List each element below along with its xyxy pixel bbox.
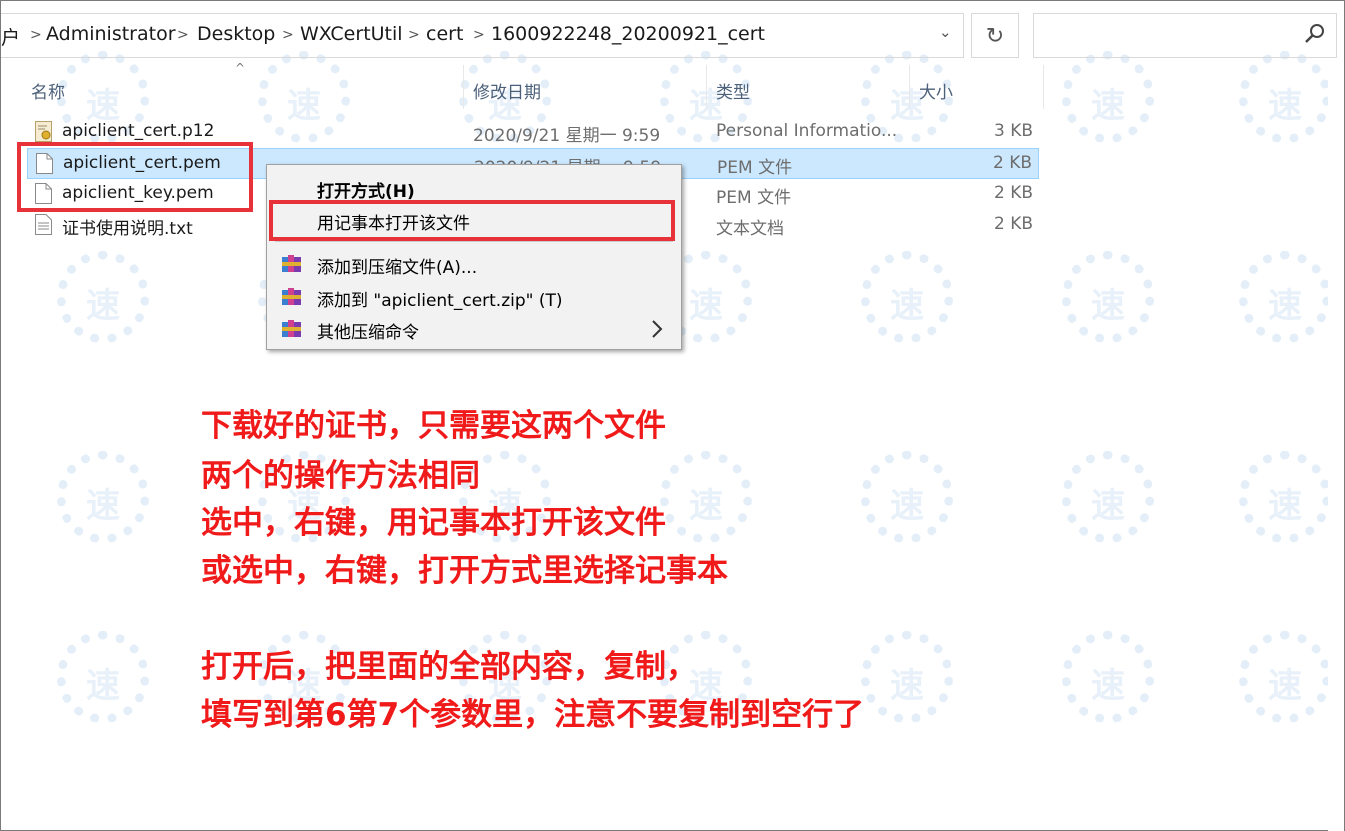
chevron-right-icon[interactable]: > xyxy=(473,27,485,43)
menu-item-more-archive-commands[interactable]: 其他压缩命令 xyxy=(317,318,419,343)
watermark-badge: 速 xyxy=(660,451,752,543)
watermark-glyph: 速 xyxy=(86,286,120,326)
watermark-glyph: 速 xyxy=(1268,486,1302,526)
watermark-badge: 速 xyxy=(861,631,953,723)
annotation-line: 下载好的证书，只需要这两个文件 xyxy=(201,408,666,444)
breadcrumb-leading[interactable]: 户 xyxy=(1,23,20,50)
breadcrumb-item-wxcertutil[interactable]: WXCertUtil xyxy=(300,23,403,45)
search-icon[interactable] xyxy=(1304,23,1326,45)
column-divider[interactable] xyxy=(909,65,910,109)
annotation-line: 或选中，右键，打开方式里选择记事本 xyxy=(201,553,728,589)
breadcrumb-item-current-folder[interactable]: 1600922248_20200921_cert xyxy=(491,23,765,45)
watermark-glyph: 速 xyxy=(1268,86,1302,126)
highlight-box-menu-item xyxy=(269,200,675,241)
file-size: 2 KB xyxy=(992,153,1032,173)
watermark-glyph: 速 xyxy=(1091,486,1125,526)
watermark-badge: 速 xyxy=(57,451,149,543)
watermark-glyph: 速 xyxy=(86,666,120,706)
chevron-right-icon[interactable]: > xyxy=(177,27,189,43)
file-modified-date: 2020/9/21 星期一 9:59 xyxy=(473,126,661,146)
breadcrumb-item-administrator[interactable]: Administrator xyxy=(46,23,176,45)
watermark-badge: 速 xyxy=(1062,631,1154,723)
chevron-down-icon[interactable]: ⌄ xyxy=(939,23,952,41)
watermark-glyph: 速 xyxy=(890,666,924,706)
breadcrumb-item-cert[interactable]: cert xyxy=(426,23,463,45)
breadcrumb-item-desktop[interactable]: Desktop xyxy=(197,23,275,45)
watermark-glyph: 速 xyxy=(1091,86,1125,126)
menu-item-add-to-archive[interactable]: 添加到压缩文件(A)... xyxy=(317,253,477,278)
column-header-type[interactable]: 类型 xyxy=(716,78,750,103)
column-header-modified[interactable]: 修改日期 xyxy=(473,78,541,103)
chevron-right-icon[interactable]: > xyxy=(408,27,420,43)
watermark-glyph: 速 xyxy=(1091,286,1125,326)
column-header-size[interactable]: 大小 xyxy=(919,78,953,103)
annotation-line: 两个的操作方法相同 xyxy=(201,458,480,494)
menu-separator xyxy=(275,241,673,242)
chevron-right-icon[interactable]: > xyxy=(30,27,42,43)
watermark-glyph: 速 xyxy=(689,486,723,526)
watermark-glyph: 速 xyxy=(1091,666,1125,706)
chevron-right-icon[interactable]: > xyxy=(282,27,294,43)
certificate-file-icon xyxy=(35,121,52,142)
file-name[interactable]: apiclient_cert.p12 xyxy=(62,121,214,141)
watermark-glyph: 速 xyxy=(1268,286,1302,326)
watermark-badge: 速 xyxy=(1239,251,1331,343)
column-divider[interactable] xyxy=(463,65,464,109)
highlight-box-files xyxy=(17,142,253,212)
watermark-glyph: 速 xyxy=(1268,666,1302,706)
winrar-archive-icon xyxy=(282,255,301,272)
file-size: 2 KB xyxy=(993,183,1033,203)
annotation-line: 填写到第6第7个参数里，注意不要复制到空行了 xyxy=(201,697,865,733)
refresh-button[interactable]: ↻ xyxy=(971,13,1019,58)
watermark-badge: 速 xyxy=(57,251,149,343)
annotation-line: 打开后，把里面的全部内容，复制， xyxy=(201,649,697,685)
text-file-icon xyxy=(35,214,52,235)
context-menu[interactable]: 打开方式(H) 用记事本打开该文件 添加到压缩文件(A)... 添加到 "api… xyxy=(266,164,682,350)
watermark-glyph: 速 xyxy=(890,486,924,526)
file-size: 2 KB xyxy=(993,214,1033,234)
file-type: Personal Informatio... xyxy=(716,121,898,141)
sort-ascending-icon: ^ xyxy=(235,61,246,75)
watermark-badge: 速 xyxy=(1062,251,1154,343)
file-type: PEM 文件 xyxy=(717,158,793,178)
watermark-glyph: 速 xyxy=(890,286,924,326)
search-input[interactable] xyxy=(1033,13,1337,58)
file-type: 文本文档 xyxy=(716,219,784,239)
watermark-badge: 速 xyxy=(861,451,953,543)
file-name[interactable]: 证书使用说明.txt xyxy=(62,214,193,239)
winrar-archive-icon xyxy=(282,320,301,337)
menu-item-open-with[interactable]: 打开方式(H) xyxy=(317,177,415,202)
file-type: PEM 文件 xyxy=(716,188,792,208)
submenu-arrow-icon xyxy=(652,320,663,338)
menu-item-add-to-zip[interactable]: 添加到 "apiclient_cert.zip" (T) xyxy=(317,286,563,311)
watermark-badge: 速 xyxy=(1239,451,1331,543)
vertical-scrollbar[interactable] xyxy=(1328,61,1344,831)
watermark-glyph: 速 xyxy=(86,486,120,526)
refresh-icon: ↻ xyxy=(985,24,1005,49)
watermark-badge: 速 xyxy=(1239,51,1331,143)
column-header-name[interactable]: 名称 xyxy=(31,78,65,103)
winrar-archive-icon xyxy=(282,288,301,305)
column-divider[interactable] xyxy=(1043,65,1044,109)
watermark-badge: 速 xyxy=(57,631,149,723)
column-divider[interactable] xyxy=(706,65,707,109)
explorer-window: 速速速速速速速速速速速速速速速速速速速速速速速速速速速速 户 > Adminis… xyxy=(0,0,1345,831)
watermark-badge: 速 xyxy=(1062,51,1154,143)
file-size: 3 KB xyxy=(993,121,1033,141)
watermark-badge: 速 xyxy=(1239,631,1331,723)
annotation-line: 选中，右键，用记事本打开该文件 xyxy=(201,505,666,541)
watermark-badge: 速 xyxy=(1062,451,1154,543)
watermark-badge: 速 xyxy=(861,251,953,343)
